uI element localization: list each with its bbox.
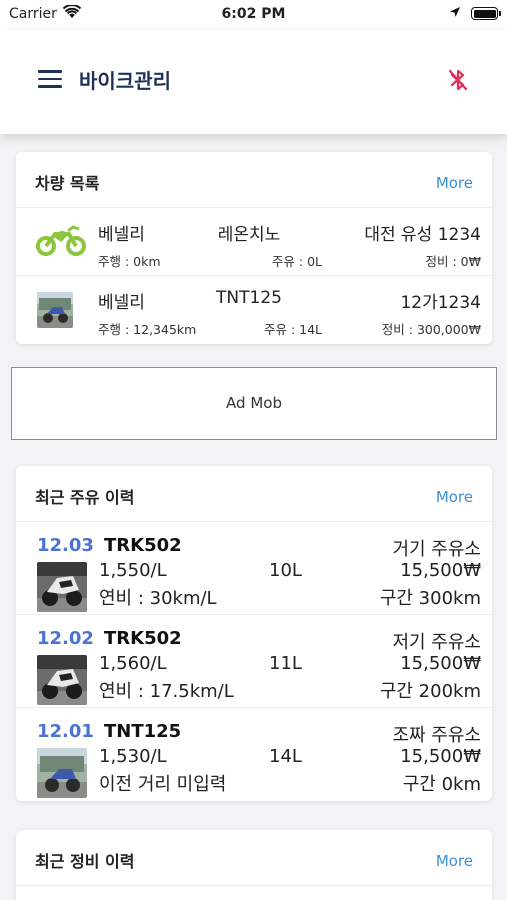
fuel-date: 12.03 <box>37 535 94 556</box>
fuel-station: 저기 주유소 <box>392 632 481 653</box>
bike-photo <box>37 748 87 798</box>
vehicle-more-link[interactable]: More <box>436 174 473 192</box>
fuel-liters: 10L <box>269 560 302 581</box>
vehicle-list-card: 차량 목록 More 베넬리 레온치노 대전 유성 1234 주행 : 0km … <box>16 152 492 344</box>
vehicle-maintenance: 정비 : 0₩ <box>425 254 481 269</box>
motorcycle-icon <box>35 222 87 258</box>
bike-photo <box>37 655 87 705</box>
fuel-station: 조짜 주유소 <box>392 725 481 746</box>
maintenance-history-card: 최근 정비 이력 More <box>16 830 492 900</box>
vehicle-plate: 대전 유성 1234 <box>364 225 481 245</box>
location-arrow-icon <box>449 6 461 22</box>
fuel-unit-price: 1,560/L <box>99 653 167 674</box>
vehicle-fuel: 주유 : 14L <box>263 322 322 337</box>
bike-photo <box>37 292 73 328</box>
vehicle-model: TNT125 <box>216 288 282 308</box>
vehicle-name: 베넬리 <box>98 293 145 313</box>
status-time: 6:02 PM <box>221 6 286 22</box>
vehicle-maintenance: 정비 : 300,000₩ <box>381 322 481 337</box>
fuel-station: 거기 주유소 <box>392 539 481 560</box>
fuel-history-header: 최근 주유 이력 More <box>16 466 492 522</box>
ad-banner[interactable]: Ad Mob <box>11 367 497 440</box>
fuel-total: 15,500₩ <box>400 653 481 674</box>
fuel-efficiency: 연비 : 17.5km/L <box>99 681 234 702</box>
fuel-distance: 구간 200km <box>379 681 481 702</box>
maintenance-history-header: 최근 정비 이력 More <box>16 830 492 886</box>
fuel-row[interactable]: 12.03 TRK502 1,550/L 10L 연비 : 30km/L 거기 … <box>16 522 492 615</box>
fuel-bike: TRK502 <box>104 628 182 649</box>
status-bar: Carrier 6:02 PM <box>0 0 507 30</box>
vehicle-name: 베넬리 <box>98 225 145 245</box>
page-title: 바이크관리 <box>79 69 171 93</box>
fuel-bike: TNT125 <box>104 721 182 742</box>
vehicle-distance: 주행 : 12,345km <box>98 322 197 337</box>
hamburger-menu-icon[interactable] <box>38 70 62 88</box>
bike-photo <box>37 562 87 612</box>
fuel-distance: 구간 300km <box>379 588 481 609</box>
fuel-history-title: 최근 주유 이력 <box>35 488 135 507</box>
vehicle-model: 레온치노 <box>217 225 281 245</box>
bluetooth-disabled-icon[interactable] <box>447 68 469 96</box>
fuel-history-card: 최근 주유 이력 More 12.03 TRK502 1,550/L 10L 연… <box>16 466 492 801</box>
fuel-distance: 구간 0km <box>402 774 481 795</box>
fuel-bike: TRK502 <box>104 535 182 556</box>
fuel-total: 15,500₩ <box>400 746 481 767</box>
fuel-date: 12.02 <box>37 628 94 649</box>
fuel-total: 15,500₩ <box>400 560 481 581</box>
vehicle-row[interactable]: 베넬리 레온치노 대전 유성 1234 주행 : 0km 주유 : 0L 정비 … <box>16 208 492 276</box>
fuel-efficiency: 이전 거리 미입력 <box>99 774 227 795</box>
vehicle-row[interactable]: 베넬리 TNT125 12가1234 주행 : 12,345km 주유 : 14… <box>16 276 492 344</box>
vehicle-plate: 12가1234 <box>400 293 481 313</box>
vehicle-distance: 주행 : 0km <box>98 254 161 269</box>
fuel-row[interactable]: 12.01 TNT125 1,530/L 14L 이전 거리 미입력 조짜 주유… <box>16 708 492 801</box>
vehicle-fuel: 주유 : 0L <box>271 254 322 269</box>
fuel-efficiency: 연비 : 30km/L <box>99 588 217 609</box>
vehicle-list-header: 차량 목록 More <box>16 152 492 208</box>
fuel-liters: 11L <box>269 653 302 674</box>
battery-icon <box>471 7 501 20</box>
fuel-unit-price: 1,550/L <box>99 560 167 581</box>
app-header: 바이크관리 <box>0 30 507 134</box>
fuel-row[interactable]: 12.02 TRK502 1,560/L 11L 연비 : 17.5km/L 저… <box>16 615 492 708</box>
maintenance-more-link[interactable]: More <box>436 852 473 870</box>
fuel-more-link[interactable]: More <box>436 488 473 506</box>
fuel-date: 12.01 <box>37 721 94 742</box>
fuel-liters: 14L <box>269 746 302 767</box>
maintenance-history-title: 최근 정비 이력 <box>35 852 135 871</box>
fuel-unit-price: 1,530/L <box>99 746 167 767</box>
vehicle-list-title: 차량 목록 <box>35 174 100 193</box>
